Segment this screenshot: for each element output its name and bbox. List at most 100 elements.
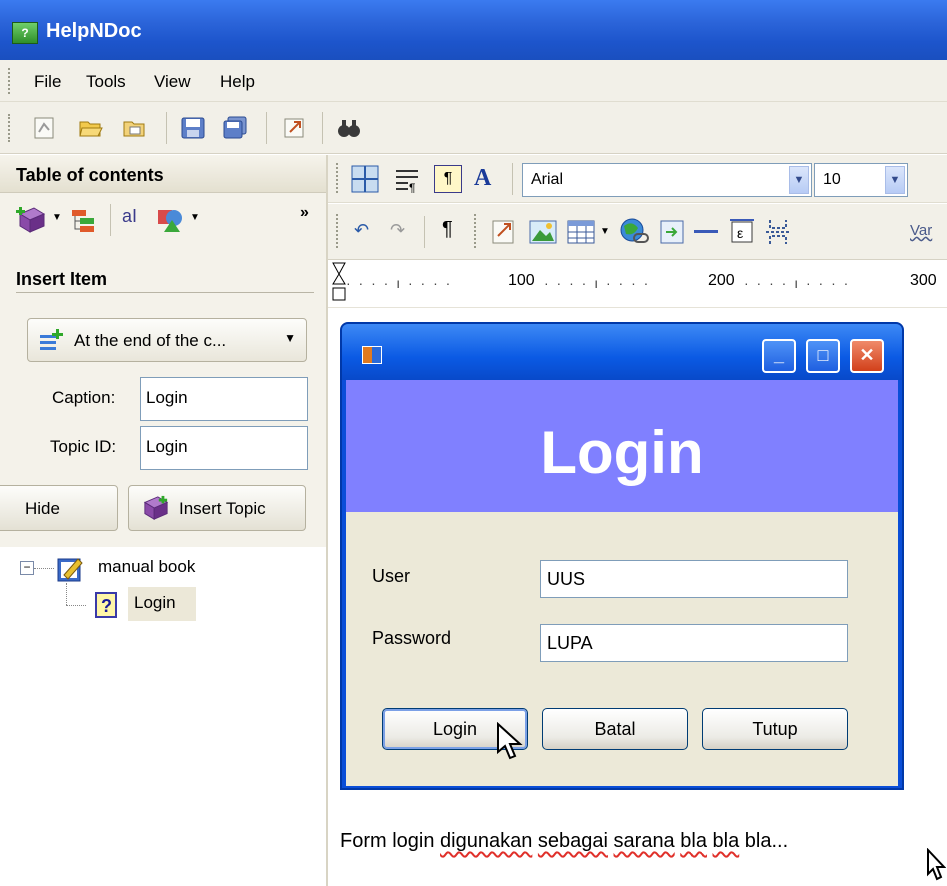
- shapes-dropdown-arrow-icon[interactable]: ▼: [190, 212, 200, 223]
- tree-item-manual-book[interactable]: manual book: [98, 557, 195, 577]
- font-style-icon[interactable]: A: [474, 165, 491, 192]
- insert-toolbar: ↶ ↷ ¶ ▼ ε Var: [328, 204, 947, 260]
- password-label: Password: [372, 628, 452, 648]
- add-topic-dropdown-arrow-icon[interactable]: ▼: [52, 212, 62, 223]
- close-button: ✕: [850, 339, 884, 373]
- rename-icon[interactable]: aI: [122, 206, 137, 227]
- caption-word: bla: [680, 830, 707, 852]
- caption-word: sarana: [613, 830, 675, 852]
- insert-position-icon: [40, 329, 63, 350]
- toc-header: Table of contents: [0, 155, 326, 193]
- login-banner: Login: [346, 380, 898, 512]
- insert-web-link-icon[interactable]: [618, 216, 650, 246]
- minimize-button: _: [762, 339, 796, 373]
- ruler[interactable]: · · · · ı · · · · 100 · · · · ı · · · · …: [328, 262, 947, 308]
- page-break-icon[interactable]: [764, 218, 792, 246]
- insert-variable-button[interactable]: Var: [910, 222, 932, 239]
- horizontal-line-icon[interactable]: [694, 230, 718, 233]
- recent-folder-icon[interactable]: [122, 116, 148, 140]
- hide-button-label: Hide: [25, 499, 60, 518]
- save-icon[interactable]: [180, 116, 206, 140]
- title-bar: ? HelpNDoc: [0, 0, 947, 60]
- menu-tools[interactable]: Tools: [86, 72, 126, 92]
- main-toolbar: [0, 102, 947, 154]
- insert-topic-label: Insert Topic: [179, 499, 266, 518]
- app-icon: ?: [12, 22, 38, 44]
- format-toolbar-grip[interactable]: [336, 163, 339, 193]
- caption-word: digunakan: [440, 830, 533, 852]
- collapse-toggle-icon[interactable]: −: [20, 561, 34, 575]
- mouse-cursor-icon: [497, 722, 523, 760]
- ruler-mark-300: 300: [910, 272, 937, 289]
- insert-link-icon[interactable]: [490, 218, 518, 246]
- topic-tree-icon[interactable]: [70, 206, 98, 234]
- password-field: LUPA: [540, 624, 848, 662]
- chevron-down-icon: ▼: [789, 166, 809, 194]
- insert-toolbar-grip[interactable]: [474, 214, 477, 248]
- ruler-mark-200: 200: [708, 272, 735, 289]
- hide-button[interactable]: Hide: [0, 485, 118, 531]
- topic-body-text[interactable]: Form login digunakan sebagai sarana bla …: [340, 830, 788, 853]
- menu-view[interactable]: View: [154, 72, 191, 92]
- menu-grip[interactable]: [8, 68, 11, 94]
- ruler-ticks: · · · · ı · · · ·: [744, 275, 851, 291]
- chevron-down-icon: ▼: [284, 331, 296, 345]
- font-family-select[interactable]: Arial ▼: [522, 163, 812, 197]
- menu-help[interactable]: Help: [220, 72, 255, 92]
- font-size-value: 10: [823, 171, 841, 188]
- undo-icon[interactable]: ↶: [354, 220, 369, 241]
- insert-topic-button[interactable]: Insert Topic: [128, 485, 306, 531]
- new-project-icon[interactable]: [32, 116, 58, 140]
- insert-toolbar-grip[interactable]: [336, 214, 339, 248]
- export-icon[interactable]: [282, 116, 308, 140]
- svg-text:ε: ε: [737, 225, 743, 241]
- caption-word: bla: [712, 830, 740, 852]
- menu-bar: File Tools View Help: [0, 60, 947, 102]
- app-title: HelpNDoc: [46, 20, 142, 42]
- add-topic-book-icon[interactable]: [16, 206, 48, 234]
- font-size-select[interactable]: 10 ▼: [814, 163, 908, 197]
- toc-title: Table of contents: [16, 165, 164, 185]
- toolbar-separator: [424, 216, 425, 248]
- insert-formula-icon[interactable]: ε: [728, 218, 756, 246]
- caption-segment: bla...: [739, 830, 789, 852]
- topic-id-field[interactable]: Login: [140, 426, 308, 470]
- toc-toolbar: ▼ aI ▼ »: [0, 194, 326, 246]
- redo-icon[interactable]: ↷: [390, 220, 405, 241]
- user-field: UUS: [540, 560, 848, 598]
- paragraph-format-icon[interactable]: ¶: [394, 167, 422, 193]
- caption-field[interactable]: Login: [140, 377, 308, 421]
- toolbar-grip[interactable]: [8, 114, 11, 142]
- show-formatting-icon[interactable]: ¶: [434, 165, 462, 193]
- tree-connector: [66, 605, 86, 606]
- insert-table-icon[interactable]: [566, 218, 596, 246]
- toolbar-separator: [322, 112, 323, 144]
- insert-position-dropdown[interactable]: At the end of the c... ▼: [27, 318, 307, 362]
- save-all-icon[interactable]: [222, 116, 248, 140]
- paragraph-mark-icon[interactable]: ¶: [442, 218, 453, 241]
- toc-tree: − manual book ? Login: [0, 547, 326, 886]
- exit-button: Tutup: [702, 708, 848, 750]
- svg-text:?: ?: [101, 596, 112, 616]
- tree-connector: [66, 583, 67, 605]
- toolbar-separator: [166, 112, 167, 144]
- topic-id-label: Topic ID:: [50, 437, 117, 456]
- toolbar-separator: [266, 112, 267, 144]
- caption-segment: Form login: [340, 830, 441, 852]
- project-book-icon: [57, 558, 83, 582]
- indent-marker-icon[interactable]: [332, 262, 346, 308]
- table-grid-icon[interactable]: [350, 164, 380, 194]
- insert-image-icon[interactable]: [528, 218, 558, 246]
- toolbar-separator: [512, 163, 513, 195]
- open-folder-icon[interactable]: [78, 116, 104, 140]
- shapes-icon[interactable]: [154, 204, 188, 234]
- insert-item-title: Insert Item: [16, 269, 108, 289]
- insert-snippet-icon[interactable]: [658, 218, 686, 246]
- menu-file[interactable]: File: [34, 72, 61, 92]
- tree-item-login[interactable]: Login: [134, 593, 176, 613]
- chevron-down-icon[interactable]: ▼: [600, 226, 610, 237]
- tree-connector: [34, 568, 54, 569]
- insert-position-label: At the end of the c...: [74, 331, 227, 350]
- find-binoculars-icon[interactable]: [336, 116, 362, 140]
- toolbar-overflow-chevron-icon[interactable]: »: [300, 204, 309, 222]
